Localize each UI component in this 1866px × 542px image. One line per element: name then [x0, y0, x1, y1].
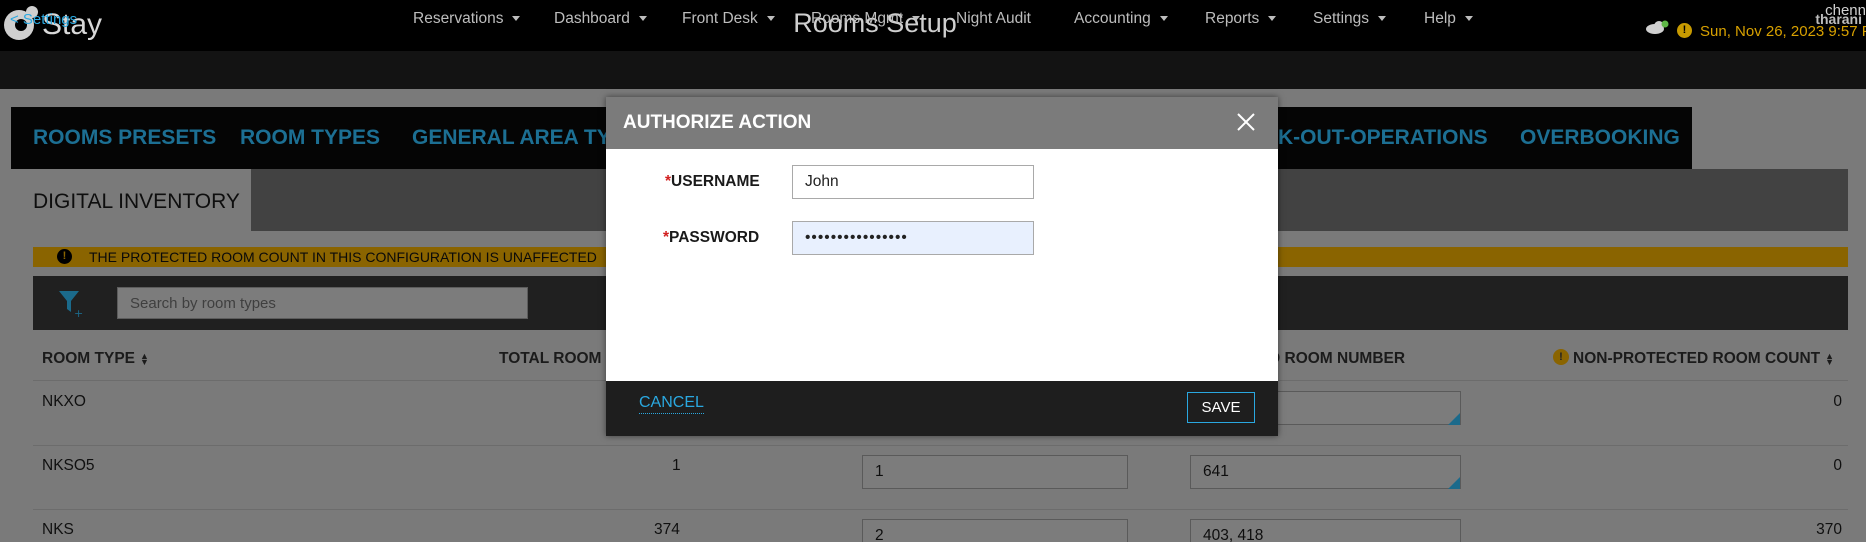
dialog-title: AUTHORIZE ACTION	[623, 112, 812, 133]
nav-settings[interactable]: Settings	[1313, 10, 1387, 28]
nav-label: Accounting	[1074, 10, 1151, 27]
label-text: PASSWORD	[669, 229, 760, 246]
nav-label: Reports	[1205, 10, 1260, 27]
nav-dashboard[interactable]: Dashboard	[554, 10, 647, 28]
chevron-down-icon	[1378, 16, 1387, 22]
cancel-button[interactable]: CANCEL	[639, 394, 704, 414]
search-input[interactable]	[117, 287, 528, 319]
tab-digital-inventory[interactable]: DIGITAL INVENTORY	[11, 169, 251, 231]
username-label: *USERNAME	[665, 173, 760, 191]
nav-night-audit[interactable]: Night Audit	[956, 10, 1031, 28]
authorize-action-dialog: AUTHORIZE ACTION *USERNAME *PASSWORD •••…	[606, 97, 1278, 436]
column-header-room-number[interactable]: D ROOM NUMBER	[1269, 350, 1405, 368]
nav-rooms-mgmt[interactable]: Rooms Mgmt	[811, 10, 921, 28]
tab-general-area-types[interactable]: GENERAL AREA TYPE	[412, 126, 639, 150]
nav-label: Dashboard	[554, 10, 630, 27]
alert-icon[interactable]: !	[1677, 23, 1692, 38]
room-numbers-input[interactable]: 641	[1190, 455, 1461, 489]
divider	[33, 445, 1848, 446]
username-field[interactable]	[792, 165, 1034, 199]
resize-handle-icon[interactable]	[1448, 477, 1460, 489]
dialog-footer	[606, 381, 1278, 436]
non-protected-count: 0	[1833, 393, 1842, 410]
non-protected-count: 370	[1816, 521, 1842, 538]
nav-label: Reservations	[413, 10, 504, 27]
column-header-room-type[interactable]: ROOM TYPE ▲ ▼	[42, 350, 149, 368]
chevron-down-icon	[638, 16, 647, 22]
column-header-total-room[interactable]: TOTAL ROOM	[499, 350, 601, 368]
tab-rooms-presets[interactable]: ROOMS PRESETS	[33, 126, 216, 150]
weather-icon	[1646, 20, 1669, 34]
chevron-down-icon	[512, 16, 521, 22]
chevron-down-icon	[1464, 16, 1473, 22]
password-field[interactable]: ••••••••••••••••	[792, 221, 1034, 255]
sort-icon: ▲ ▼	[140, 350, 149, 367]
total-room-cell: 374	[654, 521, 680, 538]
password-label: *PASSWORD	[663, 229, 759, 247]
non-protected-count: 0	[1833, 457, 1842, 474]
nav-label: Settings	[1313, 10, 1370, 27]
back-to-settings-link[interactable]: < Settings	[10, 11, 77, 28]
close-icon[interactable]	[1236, 112, 1256, 132]
resize-handle-icon[interactable]	[1448, 413, 1460, 425]
column-header-non-protected[interactable]: NON-PROTECTED ROOM COUNT ▲ ▼	[1573, 350, 1834, 368]
nav-label: Help	[1424, 10, 1456, 27]
warning-icon: !	[57, 249, 72, 264]
save-button[interactable]: SAVE	[1187, 392, 1255, 423]
nav-label: Night Audit	[956, 10, 1031, 27]
nav-front-desk[interactable]: Front Desk	[682, 10, 775, 28]
svg-text:+: +	[74, 307, 83, 318]
chevron-down-icon	[766, 16, 775, 22]
header-label: ROOM TYPE	[42, 350, 136, 367]
nav-label: Front Desk	[682, 10, 758, 27]
nav-label: Rooms Mgmt	[811, 10, 904, 27]
nav-accounting[interactable]: Accounting	[1074, 10, 1168, 28]
room-type-cell: NKS	[42, 521, 74, 538]
room-type-cell: NKSO5	[42, 457, 95, 474]
user-menu[interactable]: tharani	[1815, 11, 1862, 27]
label-text: USERNAME	[671, 173, 760, 190]
tab-room-types[interactable]: ROOM TYPES	[240, 126, 380, 150]
tab-check-out-operations[interactable]: K-OUT-OPERATIONS	[1278, 126, 1488, 150]
protected-count-input[interactable]: 2	[862, 519, 1128, 542]
nav-reports[interactable]: Reports	[1205, 10, 1277, 28]
nav-reservations[interactable]: Reservations	[413, 10, 521, 28]
sort-icon: ▲ ▼	[1825, 350, 1835, 367]
room-numbers-input[interactable]: 403, 418	[1190, 519, 1461, 542]
divider	[33, 509, 1848, 510]
chevron-down-icon	[1159, 16, 1168, 22]
tab-overbooking[interactable]: OVERBOOKING	[1520, 126, 1680, 150]
nav-help[interactable]: Help	[1424, 10, 1473, 28]
room-type-cell: NKXO	[42, 393, 86, 410]
info-icon[interactable]: !	[1553, 349, 1569, 365]
header-label: NON-PROTECTED ROOM COUNT	[1573, 350, 1821, 367]
protected-count-input[interactable]: 1	[862, 455, 1128, 489]
main-nav	[0, 51, 1866, 89]
chevron-down-icon	[912, 16, 921, 22]
warning-text: THE PROTECTED ROOM COUNT IN THIS CONFIGU…	[89, 249, 599, 265]
total-room-cell: 1	[672, 457, 681, 474]
chevron-down-icon	[1268, 16, 1277, 22]
filter-icon[interactable]: +	[57, 288, 85, 318]
